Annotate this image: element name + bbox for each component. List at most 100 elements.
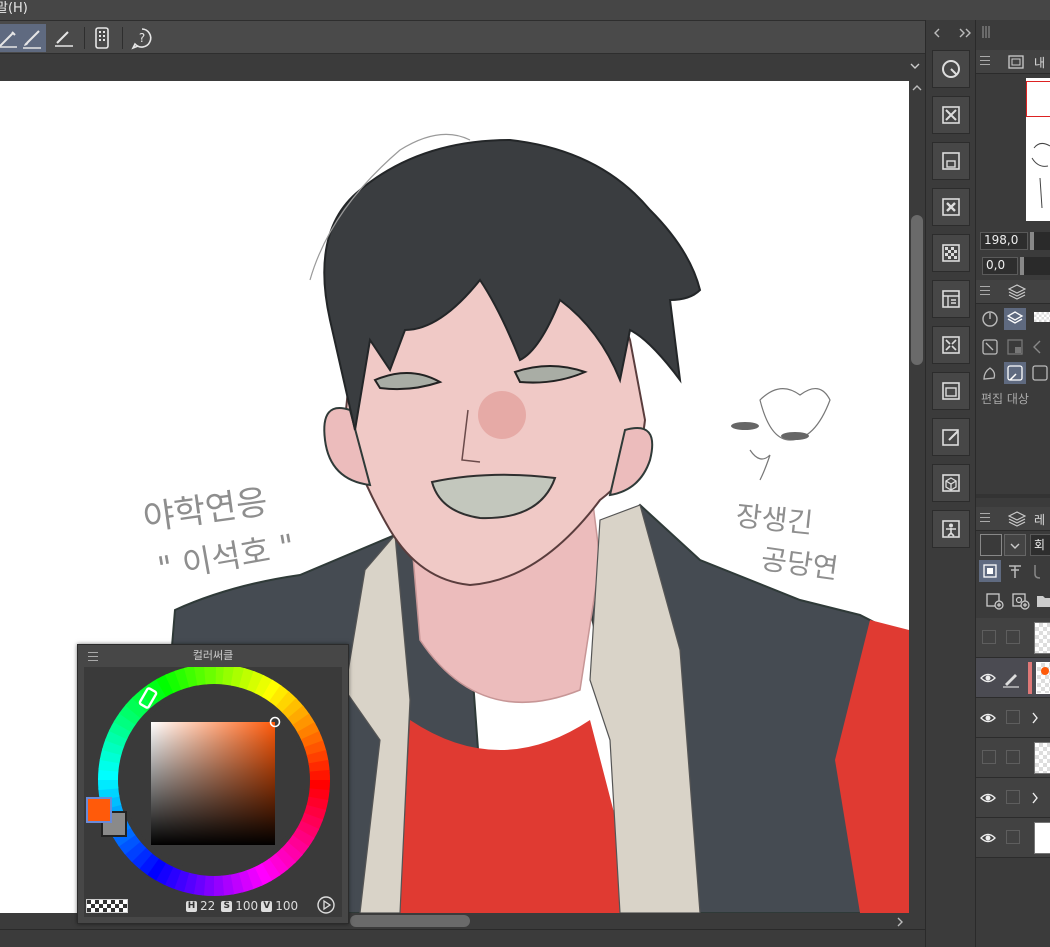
close-x-icon[interactable] [932, 188, 970, 226]
transform-icon[interactable] [932, 326, 970, 364]
color-circle-panel[interactable]: 컬러써클 H 22 S 100 V 100 [77, 644, 349, 924]
navigator-preview[interactable] [1026, 78, 1050, 221]
v-value[interactable]: 100 [275, 899, 298, 913]
navigator-view-frame [1026, 81, 1050, 117]
hsv-readout: H 22 S 100 V 100 [186, 899, 298, 913]
zoom-field[interactable]: 198,0 [980, 232, 1028, 250]
rotate-field[interactable]: 0,0 [982, 257, 1018, 275]
menu-bar: 말(H) [0, 0, 1050, 20]
new-vector-layer-icon[interactable] [1010, 590, 1032, 612]
layer-row[interactable] [976, 738, 1050, 778]
package-icon[interactable] [932, 464, 970, 502]
help-icon[interactable]: ? [128, 24, 156, 52]
reference-layer-icon[interactable] [1004, 560, 1026, 582]
edit-target-icon[interactable] [1004, 362, 1026, 384]
save-icon[interactable] [932, 142, 970, 180]
edit-target-label: 편집 대상 [981, 392, 1029, 406]
eye-icon[interactable] [980, 790, 996, 806]
eye-icon[interactable] [980, 830, 996, 846]
layers-tab-icon[interactable] [1008, 511, 1026, 527]
lock-toggle[interactable] [1006, 630, 1020, 644]
visibility-toggle[interactable] [982, 630, 996, 644]
brush-tool-icon[interactable] [18, 24, 46, 52]
horizontal-scroll-thumb[interactable] [350, 915, 470, 927]
eye-icon[interactable] [980, 710, 996, 726]
select-layer-icon[interactable] [979, 336, 1001, 358]
h-value[interactable]: 22 [200, 899, 215, 913]
menu-item-help[interactable]: 말(H) [0, 0, 28, 18]
s-value[interactable]: 100 [235, 899, 258, 913]
svg-text:?: ? [139, 31, 145, 45]
vertical-scrollbar[interactable] [909, 81, 925, 913]
reference-icon[interactable] [1029, 362, 1050, 384]
navigator-tab-label[interactable]: 내 [1034, 54, 1045, 71]
blend-mode-select[interactable]: 회 [1030, 534, 1050, 556]
effect-icon[interactable] [979, 308, 1001, 330]
lock-toggle[interactable] [1006, 830, 1020, 844]
paper-layer-row[interactable] [976, 818, 1050, 858]
lock-toggle[interactable] [1006, 710, 1020, 724]
layer-folder-row[interactable] [976, 698, 1050, 738]
layer-tab-label[interactable]: 레 [1034, 511, 1045, 528]
scroll-right-icon[interactable] [896, 917, 904, 927]
layer-property-icon[interactable] [932, 280, 970, 318]
chevron-down-icon[interactable] [910, 62, 920, 70]
chevron-right-icon[interactable] [1030, 792, 1040, 804]
color-circle-body: H 22 S 100 V 100 [84, 667, 342, 917]
layer-panel-header: 레 [976, 507, 1050, 531]
chevron-left-icon[interactable] [1032, 340, 1042, 354]
blend-dropdown-button[interactable] [1004, 534, 1026, 556]
smartphone-icon[interactable] [88, 24, 116, 52]
main-color-swatch[interactable] [86, 797, 112, 823]
double-chevron-right-icon[interactable] [958, 28, 972, 38]
scroll-up-icon[interactable] [912, 84, 922, 92]
menu-icon[interactable] [980, 513, 990, 523]
toolbar: ? [0, 20, 925, 54]
vertical-scroll-thumb[interactable] [911, 215, 923, 365]
panel-grip-icon [982, 26, 990, 38]
checker-swatch-icon[interactable] [1034, 312, 1050, 322]
transparent-color-swatch[interactable] [86, 899, 128, 913]
new-raster-layer-icon[interactable] [984, 590, 1006, 612]
new-folder-icon[interactable] [1034, 590, 1050, 612]
fill-tool-icon[interactable] [979, 362, 1001, 384]
visibility-toggle[interactable] [982, 750, 996, 764]
lock-toggle[interactable] [1006, 750, 1020, 764]
zoom-slider[interactable] [1030, 232, 1050, 250]
chevron-right-icon[interactable] [1030, 712, 1040, 724]
layers-tab-icon[interactable] [1008, 284, 1026, 300]
layer-thumbnail [1034, 742, 1050, 774]
layer-property-panel-header [976, 280, 1050, 304]
menu-icon[interactable] [980, 286, 990, 296]
layer-thumbnail [1034, 822, 1050, 854]
checker-icon[interactable] [932, 234, 970, 272]
lock-layer-icon[interactable] [1004, 336, 1026, 358]
navigator-tab-icon[interactable] [1008, 55, 1024, 69]
layer-color-icon[interactable] [1004, 308, 1026, 330]
canvas-tab-bar [0, 54, 925, 81]
person-icon[interactable] [932, 510, 970, 548]
edit-icon[interactable] [932, 418, 970, 456]
layer-row-selected[interactable] [976, 658, 1050, 698]
ruler-icon[interactable] [50, 24, 78, 52]
handwriting-left-1: 야학연응 [141, 482, 270, 539]
selection-circle-icon[interactable] [932, 50, 970, 88]
rotate-slider[interactable] [1020, 257, 1050, 275]
blend-swatch[interactable] [980, 534, 1002, 556]
mask-icon[interactable] [1029, 560, 1050, 582]
clip-layer-icon[interactable] [979, 560, 1001, 582]
chevron-left-icon[interactable] [932, 28, 942, 38]
play-circle-icon[interactable] [316, 895, 336, 915]
lock-toggle[interactable] [1006, 790, 1020, 804]
hue-ring[interactable] [84, 667, 342, 917]
clear-icon[interactable] [932, 96, 970, 134]
command-bar [925, 20, 975, 947]
eye-icon[interactable] [980, 670, 996, 686]
layer-row[interactable] [976, 618, 1050, 658]
layer-color-bar [1028, 662, 1032, 694]
layer-folder-row[interactable] [976, 778, 1050, 818]
panel-divider[interactable] [976, 494, 1050, 498]
navigator-thumbnail-sketch [1031, 142, 1050, 209]
window-icon[interactable] [932, 372, 970, 410]
menu-icon[interactable] [980, 56, 990, 66]
